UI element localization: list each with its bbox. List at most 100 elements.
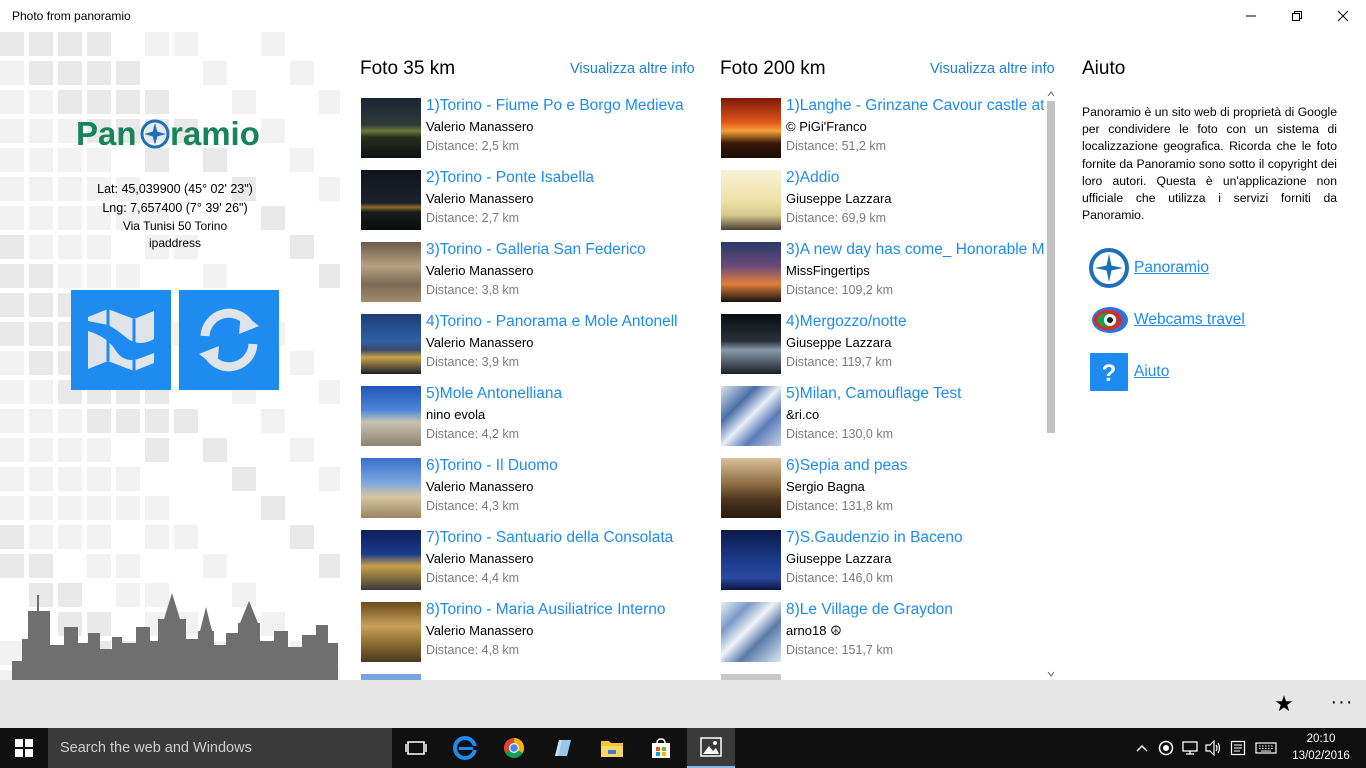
photo-title-link[interactable]: 3)Torino - Galleria San Federico [426,241,688,259]
restore-button[interactable] [1274,0,1320,32]
taskbar-search-box[interactable]: Search the web and Windows [48,728,392,768]
background-tile [0,119,24,143]
photo-list-item[interactable]: 2)Torino - Ponte Isabella Valerio Manasse… [360,166,690,238]
photo-thumbnail[interactable] [361,530,421,590]
photo-list-item-partial[interactable] [360,670,690,680]
photo-title-link[interactable]: 6)Torino - Il Duomo [426,457,688,475]
photo-list-item[interactable]: 4)Mergozzo/notte Giuseppe Lazzara Distance… [720,310,1046,382]
refresh-button[interactable] [179,290,279,390]
photo-title-link[interactable]: 7)Torino - Santuario della Consolata [426,529,688,547]
photo-title-link[interactable]: 3)A new day has come_ Honorable M [786,241,1044,259]
photo-thumbnail[interactable] [721,242,781,302]
photo-title-link[interactable]: 4)Mergozzo/notte [786,313,1044,331]
photo-title-link[interactable]: 6)Sepia and peas [786,457,1044,475]
record-icon [1158,740,1174,756]
show-hidden-icons-button[interactable] [1130,728,1154,768]
photo-thumbnail[interactable] [721,170,781,230]
photo-thumbnail[interactable] [361,386,421,446]
photo-title-link[interactable]: 8)Torino - Maria Ausiliatrice Interno [426,601,688,619]
panoramio-link[interactable]: Panoramio [1088,248,1209,288]
photo-thumbnail[interactable] [721,530,781,590]
file-explorer-button[interactable] [588,728,636,768]
photo-list-scrollbar[interactable] [1045,90,1057,680]
link-label[interactable]: Webcams travel [1134,311,1245,329]
more-options-icon[interactable]: ··· [1327,690,1357,714]
background-tile [29,148,53,172]
photo-list-item-partial[interactable] [720,670,1046,680]
photo-list-item[interactable]: 5)Mole Antonelliana nino evola Distance: 4… [360,382,690,454]
photos-200km-section: Foto 200 km Visualizza altre info 1)Lang… [720,32,1060,680]
network-tray-button[interactable] [1178,728,1202,768]
photo-title-link[interactable]: 8)Le Village de Graydon [786,601,1044,619]
photo-thumbnail[interactable] [721,458,781,518]
favorite-star-icon[interactable]: ★ [1270,692,1298,716]
photo-title-link[interactable]: 4)Torino - Panorama e Mole Antonell [426,313,688,331]
scroll-down-icon[interactable] [1047,670,1055,678]
photo-list-item[interactable]: 6)Sepia and peas Sergio Bagna Distance: 13… [720,454,1046,526]
photo-title-link[interactable]: 1)Torino - Fiume Po e Borgo Medieva [426,97,688,115]
photo-list-item[interactable]: 4)Torino - Panorama e Mole Antonell Valer… [360,310,690,382]
background-tile [0,206,24,230]
photo-list-200km[interactable]: 1)Langhe - Grinzane Cavour castle at © Pi… [720,94,1046,680]
minimize-button[interactable] [1228,0,1274,32]
photo-title-link[interactable]: 2)Addio [786,169,1044,187]
background-tile [290,438,314,462]
photo-title-link[interactable]: 2)Torino - Ponte Isabella [426,169,688,187]
task-view-button[interactable] [392,728,440,768]
photo-thumbnail[interactable] [361,602,421,662]
photo-list-item[interactable]: 1)Langhe - Grinzane Cavour castle at © Pi… [720,94,1046,166]
background-tile [0,380,24,404]
photo-title-link[interactable]: 1)Langhe - Grinzane Cavour castle at [786,97,1044,115]
background-tile [203,554,227,578]
photo-thumbnail[interactable] [361,458,421,518]
map-button[interactable] [71,290,171,390]
photo-thumbnail[interactable] [361,170,421,230]
close-icon [1337,10,1349,22]
photo-list-item[interactable]: 7)Torino - Santuario della Consolata Vale… [360,526,690,598]
record-tray-button[interactable] [1154,728,1178,768]
webcams-travel-link[interactable]: Webcams travel [1088,300,1245,340]
photo-thumbnail[interactable] [721,602,781,662]
photo-list-item[interactable]: 8)Le Village de Graydon arno18 ☮ Distance:… [720,598,1046,670]
photo-list-item[interactable]: 8)Torino - Maria Ausiliatrice Interno Val… [360,598,690,670]
background-tile [116,90,140,114]
scrollbar-thumb[interactable] [1047,101,1055,433]
app-taskbar-button[interactable] [539,728,587,768]
photo-author: nino evola [426,407,486,422]
photo-list-item[interactable]: 1)Torino - Fiume Po e Borgo Medieva Valer… [360,94,690,166]
photo-thumbnail[interactable] [361,314,421,374]
help-link[interactable]: ? Aiuto [1088,352,1169,392]
edge-taskbar-button[interactable] [441,728,489,768]
photo-distance: Distance: 151,7 km [786,643,893,657]
photo-list-item[interactable]: 3)A new day has come_ Honorable M MissFin… [720,238,1046,310]
start-button[interactable] [0,728,48,768]
more-info-link[interactable]: Visualizza altre info [570,61,695,77]
more-info-link[interactable]: Visualizza altre info [930,61,1055,77]
photo-list-item[interactable]: 2)Addio Giuseppe Lazzara Distance: 69,9 km [720,166,1046,238]
photo-list-item[interactable]: 5)Milan, Camouflage Test &ri.co Distance: … [720,382,1046,454]
photo-list-item[interactable]: 7)S.Gaudenzio in Baceno Giuseppe Lazzara D… [720,526,1046,598]
photo-list-item[interactable]: 3)Torino - Galleria San Federico Valerio … [360,238,690,310]
keyboard-tray-button[interactable] [1252,728,1280,768]
link-label[interactable]: Aiuto [1134,363,1169,381]
photo-list-item[interactable]: 6)Torino - Il Duomo Valerio Manassero Dist… [360,454,690,526]
photo-title-link[interactable]: 5)Milan, Camouflage Test [786,385,1044,403]
photo-app-taskbar-button[interactable] [687,728,735,768]
taskbar-clock[interactable]: 20:10 13/02/2016 [1284,731,1358,765]
photo-thumbnail[interactable] [721,386,781,446]
store-taskbar-button[interactable] [637,728,685,768]
link-label[interactable]: Panoramio [1134,259,1209,277]
photo-title-link[interactable]: 5)Mole Antonelliana [426,385,688,403]
photo-title-link[interactable]: 7)S.Gaudenzio in Baceno [786,529,1044,547]
photo-thumbnail[interactable] [721,98,781,158]
chrome-taskbar-button[interactable] [490,728,538,768]
notifications-tray-button[interactable] [1226,728,1250,768]
photo-thumbnail[interactable] [361,98,421,158]
close-button[interactable] [1320,0,1366,32]
scroll-up-icon[interactable] [1047,90,1055,98]
photo-list-35km[interactable]: 1)Torino - Fiume Po e Borgo Medieva Valer… [360,94,690,680]
clock-time: 20:10 [1306,733,1336,745]
photo-thumbnail[interactable] [721,314,781,374]
photo-thumbnail[interactable] [361,242,421,302]
volume-tray-button[interactable] [1202,728,1226,768]
